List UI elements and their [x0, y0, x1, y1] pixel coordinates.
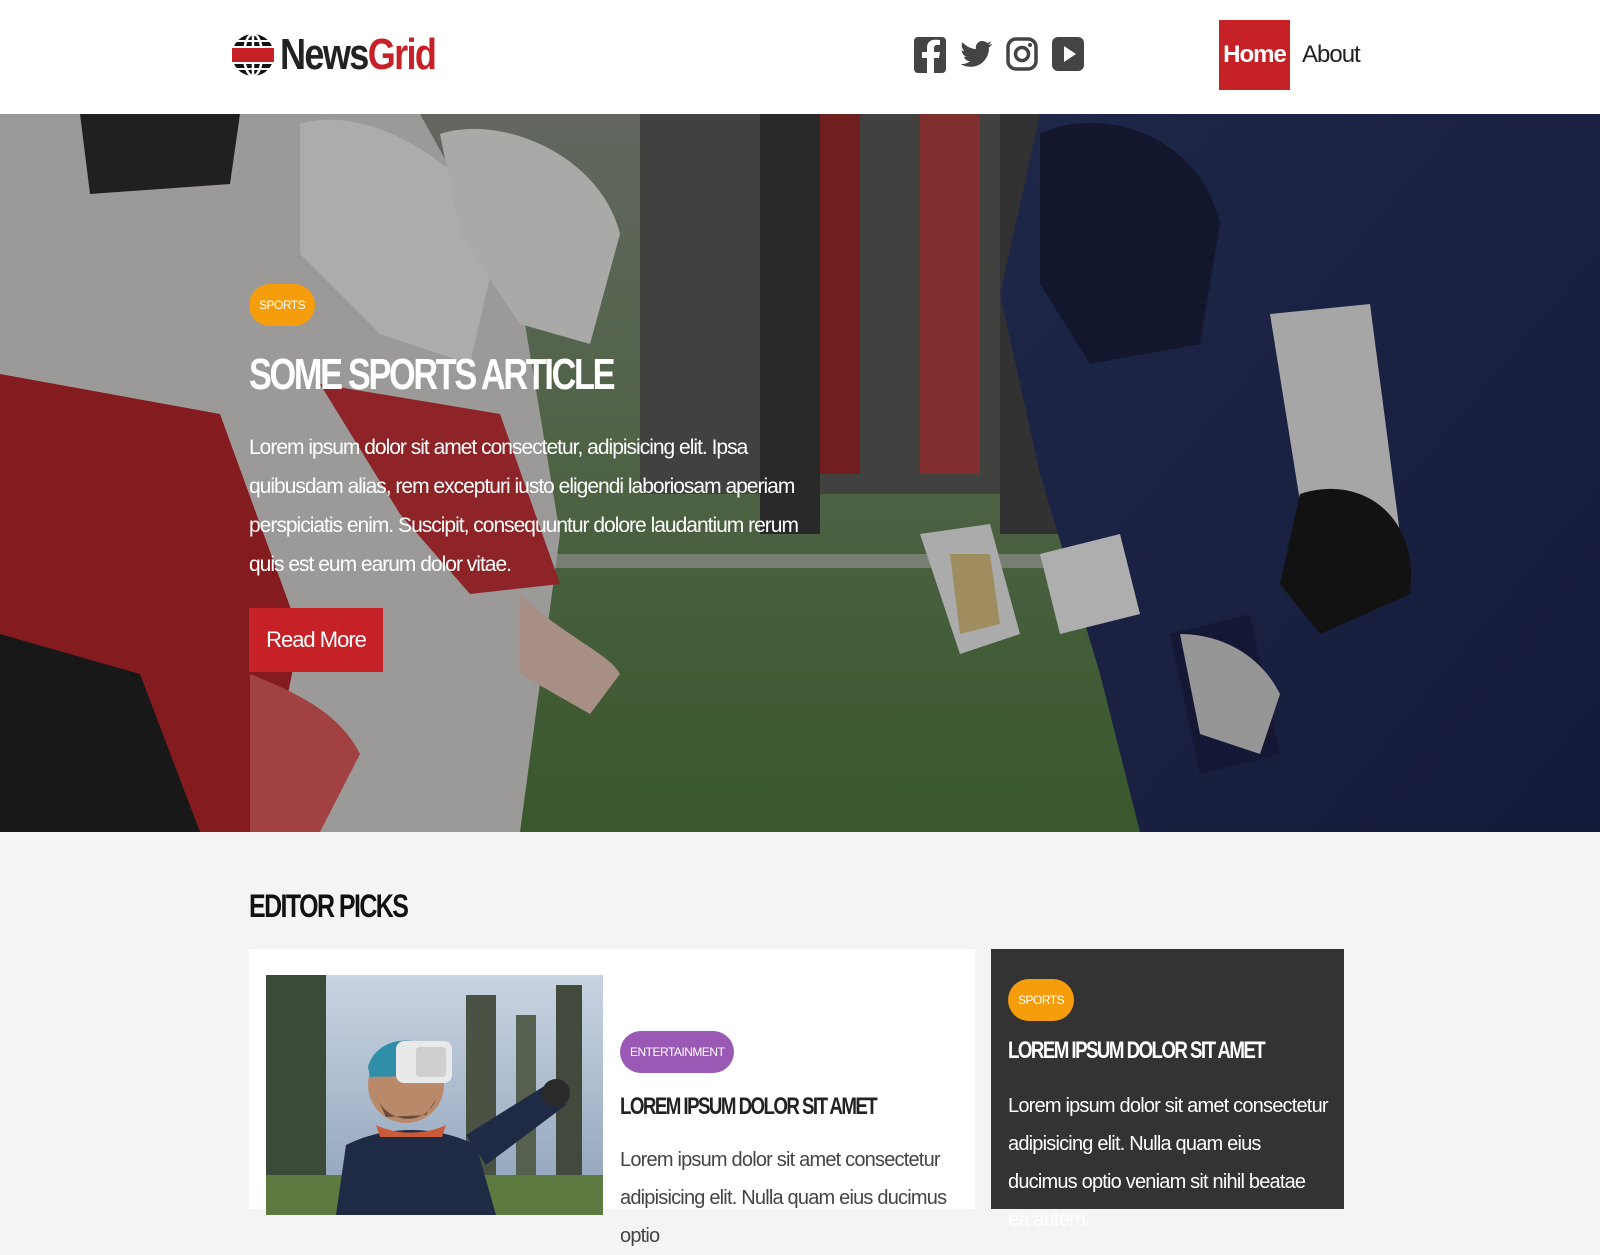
- youtube-icon[interactable]: [1050, 30, 1086, 78]
- side-card-title[interactable]: Lorem ipsum dolor sit amet: [1008, 1037, 1266, 1065]
- editor-picks-title: Editor Picks: [249, 888, 409, 924]
- logo-wordmark: NewsGrid: [280, 30, 437, 80]
- card-excerpt: Lorem ipsum dolor sit amet consectetur a…: [620, 1149, 947, 1247]
- editor-pick-card-side[interactable]: SPORTS Lorem ipsum dolor sit amet Lorem …: [991, 949, 1344, 1231]
- nav-about-link[interactable]: About: [1302, 20, 1361, 90]
- side-card-category-badge[interactable]: SPORTS: [1008, 979, 1075, 1021]
- nav-home-link[interactable]: Home: [1219, 20, 1290, 90]
- hero-showcase: SPORTS Some Sports Article Lorem ipsum d…: [0, 114, 1600, 832]
- hero-title: Some Sports Article: [249, 350, 616, 399]
- site-header: NewsGrid Home About: [0, 0, 1600, 114]
- hero-category-badge[interactable]: SPORTS: [249, 284, 316, 326]
- side-card-excerpt: Lorem ipsum dolor sit amet consectetur a…: [1008, 1095, 1329, 1231]
- twitter-icon[interactable]: [958, 30, 994, 78]
- card-category-badge[interactable]: ENTERTAINMENT: [620, 1031, 735, 1073]
- social-links: [912, 30, 1086, 78]
- logo-grid-text: Grid: [367, 30, 437, 79]
- globe-icon: [232, 32, 274, 78]
- logo-news-text: News: [280, 30, 369, 79]
- instagram-icon[interactable]: [1004, 30, 1040, 78]
- read-more-button[interactable]: Read More: [249, 608, 383, 672]
- editor-pick-card-main[interactable]: ENTERTAINMENT Lorem ipsum dolor sit amet…: [249, 949, 975, 1247]
- facebook-icon[interactable]: [912, 30, 948, 78]
- card-image: [266, 975, 603, 1215]
- main-nav: Home About: [1219, 20, 1361, 90]
- site-logo[interactable]: NewsGrid: [230, 18, 469, 92]
- hero-description: Lorem ipsum dolor sit amet consectetur, …: [249, 436, 799, 576]
- card-title[interactable]: Lorem ipsum dolor sit amet: [620, 1093, 889, 1121]
- card-body: ENTERTAINMENT Lorem ipsum dolor sit amet…: [620, 1031, 965, 1255]
- hero-content: SPORTS Some Sports Article Lorem ipsum d…: [249, 284, 809, 672]
